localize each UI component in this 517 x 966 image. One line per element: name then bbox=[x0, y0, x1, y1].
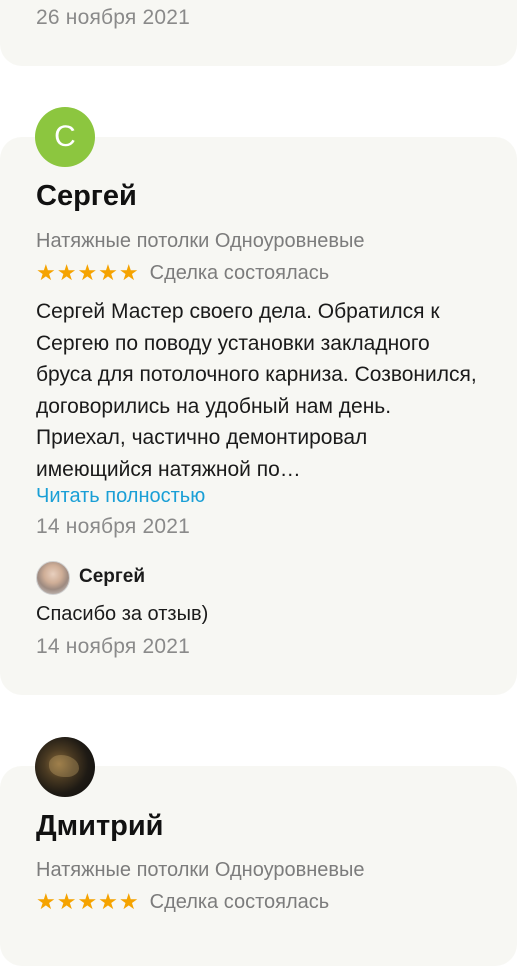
avatar bbox=[36, 561, 70, 595]
reply-date: 14 ноября 2021 bbox=[36, 635, 191, 658]
rating-row: ★★★★★ Сделка состоялась bbox=[36, 261, 329, 286]
review-date: 26 ноября 2021 bbox=[36, 6, 191, 29]
reply-text: Спасибо за отзыв) bbox=[36, 603, 209, 625]
rating-stars-icon: ★★★★★ bbox=[36, 890, 140, 915]
deal-status: Сделка состоялась bbox=[149, 262, 330, 284]
deal-status: Сделка состоялась bbox=[149, 891, 330, 913]
rating-stars-icon: ★★★★★ bbox=[36, 261, 140, 286]
reviewer-name: Сергей bbox=[36, 180, 137, 212]
read-more-link[interactable]: Читать полностью bbox=[36, 485, 205, 508]
reply-author-name: Сергей bbox=[79, 566, 146, 587]
service-category: Натяжные потолки Одноуровневые bbox=[36, 859, 365, 881]
avatar bbox=[35, 737, 95, 797]
review-date: 14 ноября 2021 bbox=[36, 515, 191, 538]
avatar: С bbox=[35, 107, 95, 167]
reviewer-name: Дмитрий bbox=[36, 810, 164, 842]
rating-row: ★★★★★ Сделка состоялась bbox=[36, 890, 329, 915]
service-category: Натяжные потолки Одноуровневые bbox=[36, 230, 365, 252]
review-text: Сергей Мастер своего дела. Обратился к С… bbox=[36, 300, 477, 481]
